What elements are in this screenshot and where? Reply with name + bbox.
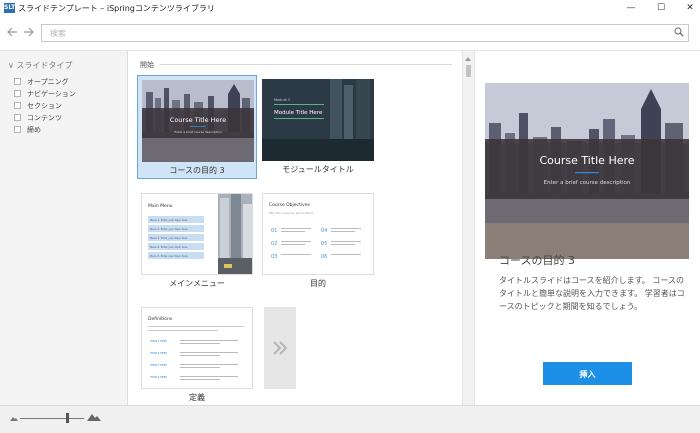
template-definitions[interactable]: Definitions TERM 1 HERE TERM 2 HERE TERM… <box>137 303 257 403</box>
menu-item-text: Menu 4. Enter your topic here <box>150 245 188 249</box>
zoom-slider-handle[interactable] <box>66 413 70 423</box>
term-text: TERM 1 HERE <box>150 339 167 343</box>
template-course-objectives-3[interactable]: Course Title Here Enter a brief course d… <box>137 75 257 179</box>
more-templates-button[interactable] <box>264 307 296 389</box>
slide-title-text: Main Menu <box>148 203 173 209</box>
thumbnail: Main Menu Menu 1. Enter your topic here … <box>141 193 253 275</box>
checkbox[interactable] <box>14 126 21 133</box>
window-title: スライドテンプレート – iSpringコンテンツライブラリ <box>18 4 215 13</box>
filter-label: オープニング <box>27 78 69 86</box>
thumbnail: Course Objectives After this course you … <box>262 193 374 275</box>
slide-subtitle-text: After this course you will be able to: <box>269 211 314 215</box>
minimize-button[interactable]: — <box>624 2 638 15</box>
checkbox[interactable] <box>14 78 21 85</box>
template-label: コースの目的 3 <box>169 166 225 175</box>
preview-panel: Course Title Here Enter a brief course d… <box>474 51 700 405</box>
menu-item-text: Menu 2. Enter your topic here <box>150 227 188 231</box>
filter-sidebar: ∨ スライドタイプ オープニング ナビゲーション セクション コンテンツ 締め <box>0 51 128 405</box>
objective-number: 02 <box>271 241 277 247</box>
objective-number: 05 <box>321 241 327 247</box>
filter-label: コンテンツ <box>27 114 62 122</box>
template-label: モジュールタイトル <box>282 165 354 174</box>
app-icon: SLT <box>4 3 16 13</box>
status-bar <box>0 405 700 433</box>
title-bar: SLT スライドテンプレート – iSpringコンテンツライブラリ — ☐ ✕ <box>0 0 700 17</box>
menu-item-text: Menu 3. Enter your topic here <box>150 236 188 240</box>
section-label: 開始 <box>140 61 154 69</box>
slide-subtitle-text: Enter a brief course description <box>174 130 221 134</box>
arrow-right-icon <box>24 27 34 37</box>
term-text: TERM 3 HERE <box>150 363 167 367</box>
filter-label: セクション <box>27 102 62 110</box>
search-input[interactable]: 検索 <box>41 24 689 42</box>
objective-number: 03 <box>271 254 277 260</box>
template-label: メインメニュー <box>169 279 225 288</box>
term-text: TERM 4 HERE <box>150 375 167 379</box>
preview-title: コースの目的 3 <box>499 254 575 267</box>
close-button[interactable]: ✕ <box>683 2 697 15</box>
gallery-scrollbar[interactable] <box>462 51 474 405</box>
menu-item-text: Menu 5. Enter your topic here <box>150 254 188 258</box>
slide-title-text: Course Objectives <box>269 202 310 208</box>
chevron-double-right-icon <box>273 341 288 355</box>
template-gallery: 開始 Course Title Here Enter a brief cours… <box>128 51 462 405</box>
arrow-left-icon <box>7 27 17 37</box>
checkbox[interactable] <box>14 114 21 121</box>
forward-button[interactable] <box>23 26 34 40</box>
search-icon[interactable] <box>674 27 684 37</box>
preview-slide-subtitle: Enter a brief course description <box>544 180 631 186</box>
template-main-menu[interactable]: Main Menu Menu 1. Enter your topic here … <box>137 189 257 293</box>
preview-slide-title: Course Title Here <box>539 154 634 167</box>
thumbnail: Course Title Here Enter a brief course d… <box>142 80 254 162</box>
slide-title-text: Module Title Here <box>274 110 323 116</box>
maximize-button[interactable]: ☐ <box>654 2 668 15</box>
small-mountain-icon[interactable] <box>10 416 18 421</box>
template-label: 定義 <box>189 393 205 402</box>
objective-number: 04 <box>321 228 327 234</box>
toolbar: 検索 <box>0 17 700 51</box>
checkbox[interactable] <box>14 102 21 109</box>
zoom-slider-track[interactable] <box>20 418 84 419</box>
thumbnail: Module 1 Module Title Here <box>262 79 374 161</box>
objective-number: 06 <box>321 254 327 260</box>
slide-title-text: Course Title Here <box>170 116 226 124</box>
section-divider <box>160 64 452 65</box>
menu-item-text: Menu 1. Enter your topic here <box>150 218 188 222</box>
search-placeholder: 検索 <box>50 29 66 38</box>
preview-description: タイトルスライドはコースを紹介します。 コースのタイトルと簡単な説明を入力できま… <box>499 276 685 311</box>
slide-type-header[interactable]: ∨ スライドタイプ <box>8 60 72 71</box>
filter-label: 締め <box>27 126 41 134</box>
checkbox[interactable] <box>14 90 21 97</box>
template-objectives[interactable]: Course Objectives After this course you … <box>258 189 378 293</box>
thumbnail: Definitions TERM 1 HERE TERM 2 HERE TERM… <box>141 307 253 389</box>
filter-label: ナビゲーション <box>27 90 76 98</box>
preview-image: Course Title Here Enter a brief course d… <box>485 83 689 259</box>
large-mountain-icon[interactable] <box>87 413 101 421</box>
module-number-text: Module 1 <box>274 98 290 102</box>
template-module-title[interactable]: Module 1 Module Title Here モジュールタイトル <box>258 75 378 179</box>
insert-button[interactable]: 挿入 <box>543 362 632 385</box>
objective-number: 01 <box>271 228 277 234</box>
scroll-up-arrow-icon[interactable] <box>465 57 471 61</box>
template-label: 目的 <box>310 279 326 288</box>
slide-title-text: Definitions <box>148 316 173 322</box>
back-button[interactable] <box>7 26 18 40</box>
term-text: TERM 2 HERE <box>150 351 167 355</box>
scroll-thumb[interactable] <box>466 65 471 77</box>
